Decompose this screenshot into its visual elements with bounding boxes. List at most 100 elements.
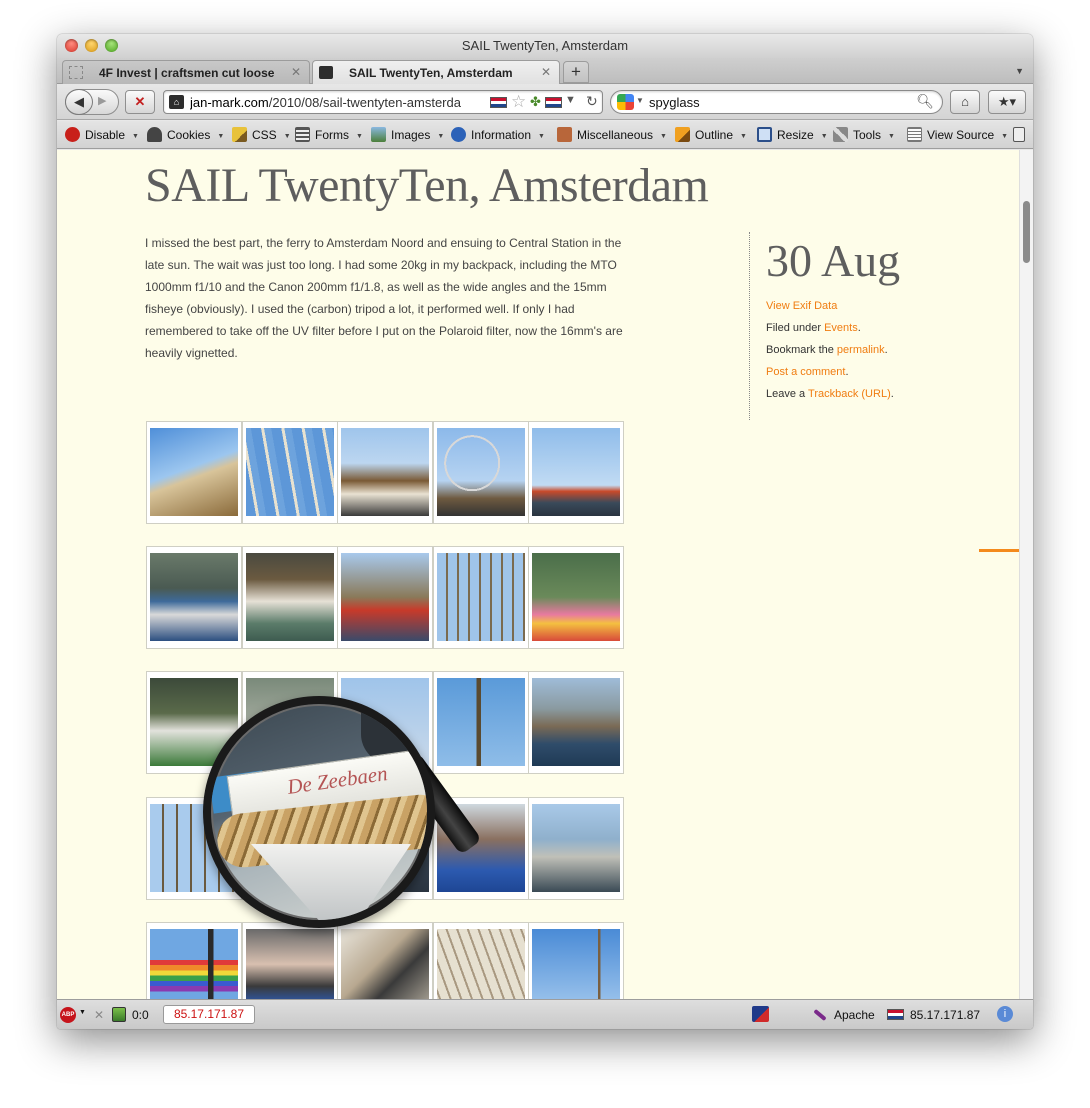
- post-title[interactable]: SAIL TwentyTen, Amsterdam: [145, 158, 709, 213]
- gallery-thumbnail[interactable]: [146, 922, 242, 999]
- tab-4f-invest[interactable]: 4F Invest | craftsmen cut loose ✕: [62, 60, 310, 84]
- miscellaneous-icon: [557, 127, 572, 142]
- bookmarks-icon: ★▾: [997, 94, 1017, 109]
- window-title: SAIL TwentyTen, Amsterdam: [461, 38, 629, 53]
- gallery-thumbnail[interactable]: [433, 922, 529, 999]
- dev-menu-cookies[interactable]: Cookies ▼: [147, 127, 224, 142]
- information-icon: [451, 127, 466, 142]
- gallery-thumbnail[interactable]: [146, 421, 242, 524]
- gallery-thumbnail[interactable]: [242, 546, 338, 649]
- url-text[interactable]: jan-mark.com/2010/08/sail-twentyten-amst…: [190, 95, 486, 110]
- dev-menu-tools[interactable]: Tools ▼: [833, 127, 895, 142]
- gallery-thumbnail[interactable]: [242, 922, 338, 999]
- reload-icon[interactable]: ↻: [586, 93, 598, 110]
- gallery-thumbnail[interactable]: [146, 546, 242, 649]
- post-comment-link[interactable]: Post a comment: [766, 366, 845, 378]
- tab-list-dropdown-icon[interactable]: ▼: [1015, 66, 1024, 76]
- addon-icon[interactable]: ✤: [530, 94, 541, 110]
- dev-menu-view-source[interactable]: View Source ▼: [907, 127, 1008, 142]
- validator-icon[interactable]: [112, 1007, 126, 1022]
- disable-icon: [65, 127, 80, 142]
- netherlands-flag-icon[interactable]: [490, 97, 507, 108]
- scrollbar-thumb[interactable]: [1023, 201, 1030, 263]
- category-link[interactable]: Events: [824, 322, 858, 334]
- outline-pencil-icon: [675, 127, 690, 142]
- gallery-thumbnail[interactable]: [528, 797, 624, 900]
- gallery-thumbnail[interactable]: [528, 546, 624, 649]
- search-bar[interactable]: ▼ spyglass 🔍︎: [610, 90, 943, 114]
- accent-divider: [979, 549, 1019, 552]
- apache-feather-icon: [813, 1008, 827, 1022]
- url-bar[interactable]: ⌂ jan-mark.com/2010/08/sail-twentyten-am…: [163, 90, 603, 114]
- error-counter: 0:0: [132, 1008, 149, 1022]
- gallery-thumbnail[interactable]: [337, 922, 433, 999]
- server-ip: 85.17.171.87: [910, 1008, 981, 1022]
- site-identity-icon[interactable]: ⌂: [169, 95, 184, 109]
- server-name: Apache: [834, 1008, 875, 1022]
- bookmarks-button[interactable]: ★▾: [988, 90, 1026, 114]
- forward-button[interactable]: ▶: [98, 94, 106, 107]
- info-icon[interactable]: i: [997, 1006, 1013, 1022]
- dev-menu-forms[interactable]: Forms ▼: [295, 127, 363, 142]
- view-exif-link[interactable]: View Exif Data: [766, 300, 837, 312]
- stop-icon: ✕: [134, 94, 146, 109]
- ip-address-box[interactable]: 85.17.171.87: [163, 1005, 255, 1024]
- engine-dropdown-icon[interactable]: ▼: [636, 96, 644, 105]
- trackback-link[interactable]: Trackback (URL): [808, 388, 891, 400]
- gallery-thumbnail[interactable]: [433, 421, 529, 524]
- back-forward-group: ◀ ▶: [65, 89, 119, 115]
- search-icon[interactable]: 🔍︎: [916, 93, 934, 110]
- netherlands-flag-icon[interactable]: [545, 97, 562, 108]
- spyglass-magnifier[interactable]: De Zeebaen: [203, 696, 435, 928]
- permalink-link[interactable]: permalink: [837, 344, 885, 356]
- bookmark-row: Bookmark the permalink.: [766, 344, 888, 356]
- google-engine-icon[interactable]: [617, 94, 634, 110]
- gallery-thumbnail[interactable]: [528, 421, 624, 524]
- dev-menu-miscellaneous[interactable]: Miscellaneous ▼: [557, 127, 667, 142]
- gallery-thumbnail[interactable]: [433, 546, 529, 649]
- dev-menu-resize[interactable]: Resize ▼: [757, 127, 828, 142]
- css-pencil-icon: [232, 127, 247, 142]
- dev-menu-images[interactable]: Images ▼: [371, 127, 444, 142]
- bookmark-star-icon[interactable]: ☆: [511, 92, 526, 112]
- page-speed-icon[interactable]: [752, 1006, 769, 1022]
- adblock-plus-icon[interactable]: ABP: [60, 1007, 76, 1023]
- post-body: I missed the best part, the ferry to Ams…: [145, 236, 623, 360]
- tab-sail-twentyten[interactable]: SAIL TwentyTen, Amsterdam ✕: [312, 60, 560, 85]
- page-scrollbar[interactable]: [1019, 150, 1033, 999]
- post-date: 30 Aug: [766, 235, 901, 286]
- dev-menu-disable[interactable]: Disable ▼: [65, 127, 139, 142]
- new-tab-button[interactable]: +: [563, 61, 589, 83]
- home-button[interactable]: ⌂: [950, 90, 980, 114]
- back-button[interactable]: ◀: [65, 89, 93, 115]
- browser-window: SAIL TwentyTen, Amsterdam 4F Invest | cr…: [57, 34, 1033, 1029]
- tools-icon: [833, 127, 848, 142]
- home-icon: ⌂: [961, 94, 969, 109]
- gallery-thumbnail[interactable]: [337, 546, 433, 649]
- forms-icon: [295, 127, 310, 142]
- history-dropdown-icon[interactable]: ▼: [565, 94, 576, 106]
- dev-menu-information[interactable]: Information ▼: [451, 127, 545, 142]
- view-source-icon: [907, 127, 922, 142]
- dev-menu-outline[interactable]: Outline ▼: [675, 127, 747, 142]
- close-tab-icon[interactable]: ✕: [291, 65, 301, 79]
- adblock-dropdown-icon[interactable]: ▼: [79, 1009, 86, 1016]
- navigation-bar: ◀ ▶ ✕ ⌂ jan-mark.com/2010/08/sail-twenty…: [57, 84, 1033, 120]
- gallery-thumbnail[interactable]: [242, 421, 338, 524]
- gallery-thumbnail[interactable]: [433, 671, 529, 774]
- dev-menu-css[interactable]: CSS ▼: [232, 127, 291, 142]
- exif-link-row: View Exif Data: [766, 300, 837, 312]
- gallery-thumbnail[interactable]: [528, 671, 624, 774]
- dev-toolbar-overflow-icon[interactable]: [1013, 127, 1030, 142]
- comment-row: Post a comment.: [766, 366, 849, 378]
- resize-icon: [757, 127, 772, 142]
- close-tab-icon[interactable]: ✕: [541, 65, 551, 79]
- tab-label: 4F Invest | craftsmen cut loose: [99, 66, 275, 80]
- blank-page-icon: [69, 66, 83, 79]
- search-input[interactable]: spyglass: [649, 95, 700, 110]
- close-status-icon[interactable]: ✕: [94, 1008, 104, 1022]
- gallery-thumbnail[interactable]: [337, 421, 433, 524]
- stop-button[interactable]: ✕: [125, 90, 155, 114]
- gallery-thumbnail[interactable]: [528, 922, 624, 999]
- tab-label: SAIL TwentyTen, Amsterdam: [349, 66, 513, 80]
